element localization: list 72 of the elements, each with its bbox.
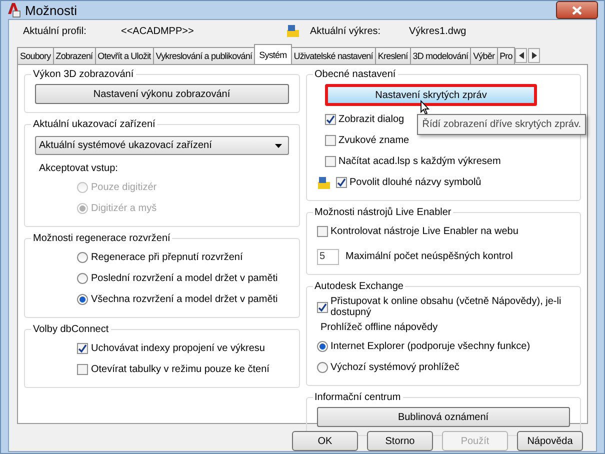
checkbox-label: Otevírat tabulky v režimu pouze ke čtení: [91, 364, 270, 375]
checkbox[interactable]: [324, 114, 336, 125]
drawing-value: Výkres1.dwg: [409, 26, 466, 36]
settings-button[interactable]: Bublinová oznámení: [316, 407, 570, 427]
group-title: Obecné nastavení: [314, 69, 397, 80]
radio-label: Regenerace při přepnutí rozvržení: [91, 252, 243, 263]
radio-label: Internet Explorer (podporuje všechny funkce): [330, 341, 530, 352]
settings-button[interactable]: Nastavení výkonu zobrazování: [35, 84, 288, 104]
checkbox[interactable]: [324, 135, 336, 146]
group-title: Výkon 3D zobrazování: [32, 69, 135, 80]
scroll-left-button[interactable]: [515, 48, 528, 63]
checkbox[interactable]: [316, 302, 328, 312]
tab[interactable]: Otevřít a Uložit: [94, 47, 154, 64]
tab[interactable]: Kreslení: [374, 47, 411, 64]
window-title: Možnosti: [25, 2, 78, 18]
group-title: Informační centrum: [314, 392, 402, 403]
device-dropdown[interactable]: Aktuální systémové ukazovací zařízení: [35, 136, 288, 155]
number-field[interactable]: 5: [316, 248, 338, 264]
tab[interactable]: Systém: [254, 44, 292, 64]
profile-value: <<ACADMPP>>: [121, 26, 195, 36]
scroll-right-button[interactable]: [528, 48, 540, 63]
checkbox-label: Načítat acad.lsp s každým výkresem: [338, 156, 501, 167]
section-label: Prohlížeč offline nápovědy: [320, 322, 439, 333]
tab[interactable]: Soubory: [17, 47, 54, 64]
radio-label: Digitizér a myš: [91, 203, 157, 214]
right-arrow-icon: [532, 52, 537, 59]
radio-button[interactable]: [77, 294, 88, 305]
section-label: Akceptovat vstup:: [39, 163, 119, 174]
checkbox-label: Kontrolovat nástroje Live Enabler na webu: [330, 226, 518, 237]
radio-button[interactable]: [77, 252, 88, 263]
dialog-button[interactable]: Nápověda: [517, 431, 583, 451]
close-button[interactable]: [556, 1, 598, 19]
radio-button[interactable]: [316, 362, 328, 373]
checkbox[interactable]: [77, 343, 88, 354]
checkbox-label: Povolit dlouhé názvy symbolů: [350, 177, 482, 188]
dialog-button[interactable]: Storno: [367, 431, 433, 451]
radio-label: Poslední rozvržení a model držet v paměti: [91, 273, 278, 284]
tab[interactable]: 3D modelování: [410, 47, 472, 64]
group-title: Možnosti nástrojů Live Enabler: [314, 207, 452, 218]
radio-label: Všechna rozvržení a model držet v paměti: [91, 294, 278, 305]
tab[interactable]: Uživatelské nastavení: [290, 47, 376, 64]
group-title: Volby dbConnect: [32, 324, 110, 335]
mouse-cursor-icon: [420, 100, 430, 115]
profile-label: Aktuální profil:: [23, 26, 88, 36]
group-title: Aktuální ukazovací zařízení: [32, 119, 156, 130]
radio-label: Pouze digitizér: [91, 182, 157, 193]
checkbox-label: Uchovávat indexy propojení ve výkresu: [91, 343, 265, 354]
checkbox[interactable]: [77, 364, 88, 375]
settings-button[interactable]: Nastavení skrytých zpráv: [324, 84, 538, 106]
checkbox-label: Zvukové zname: [338, 135, 410, 146]
tab[interactable]: Vykreslování a publikování: [152, 47, 256, 64]
group-title: Autodesk Exchange: [314, 281, 404, 292]
dialog-button[interactable]: OK: [292, 431, 358, 451]
group-title: Možnosti regenerace rozvržení: [32, 233, 172, 244]
left-arrow-icon: [518, 52, 524, 59]
checkbox[interactable]: [336, 177, 346, 188]
checkbox[interactable]: [316, 226, 328, 237]
field-label: Maximální počet neúspěšných kontrol: [346, 251, 513, 262]
drawing-label: Aktuální výkres:: [310, 26, 382, 36]
radio-label: Výchozí systémový prohlížeč: [330, 362, 460, 373]
tab[interactable]: Výběr: [470, 47, 498, 64]
radio-button[interactable]: [77, 273, 88, 284]
tab[interactable]: Pro: [496, 47, 516, 64]
tooltip: Řídí zobrazení dříve skrytých zpráv.: [417, 114, 586, 135]
close-icon: [572, 6, 582, 14]
drawing-icon: [286, 24, 300, 38]
tab[interactable]: Zobrazení: [52, 47, 96, 64]
checkbox-label: Zobrazit dialog: [338, 114, 404, 125]
checkbox[interactable]: [324, 156, 336, 167]
dropdown-arrow-icon: [274, 144, 282, 148]
checkbox-label: Přistupovat k online obsahu (včetně Nápovědy), je-li dostupný: [330, 296, 562, 318]
radio-button[interactable]: [316, 341, 328, 352]
